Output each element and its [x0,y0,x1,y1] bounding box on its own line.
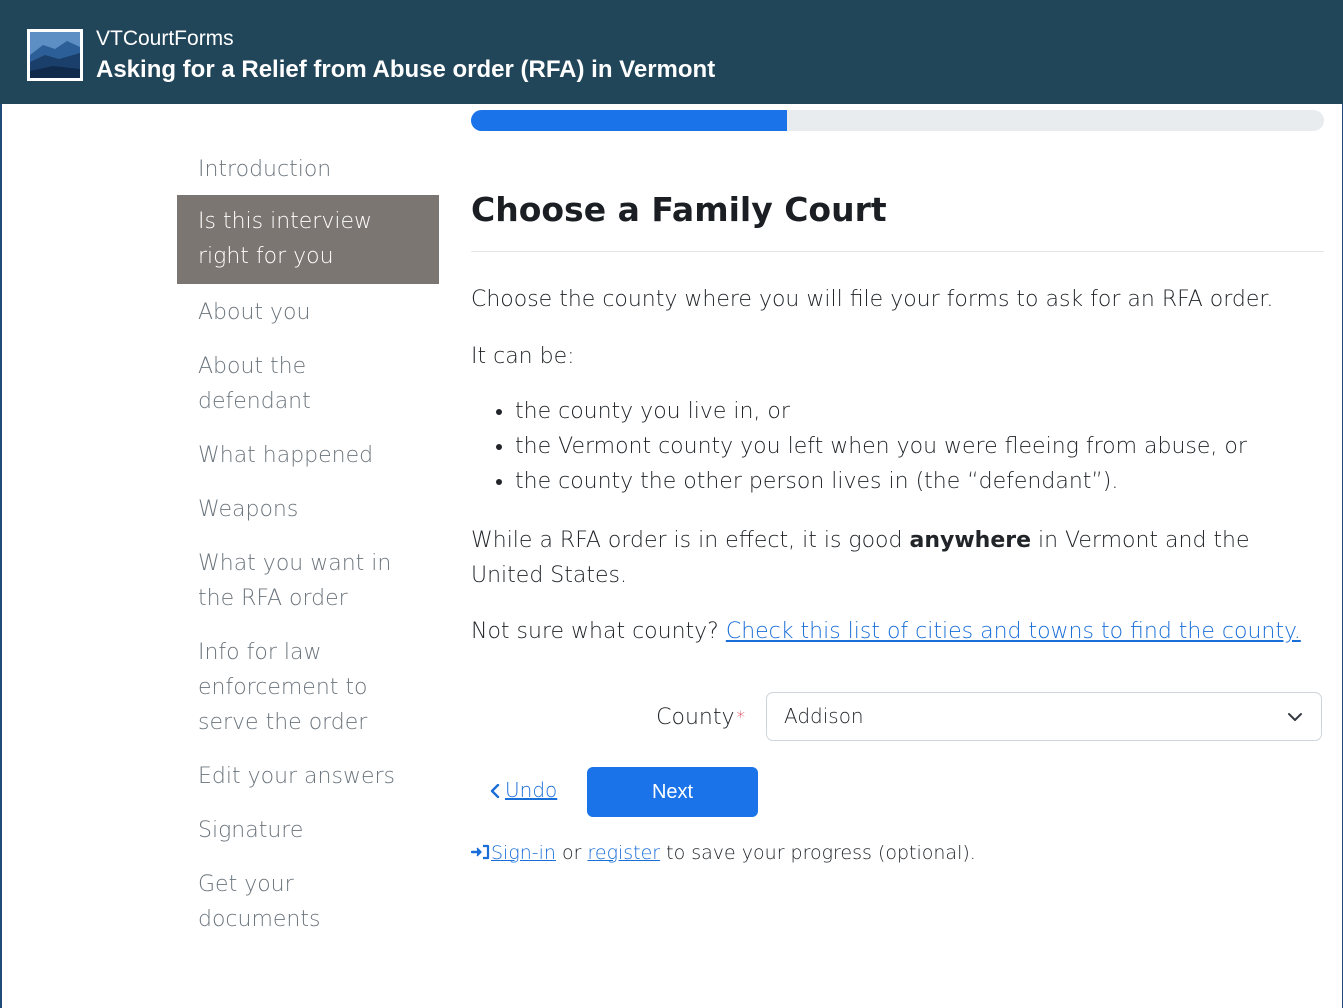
effect-text: While a RFA order is in effect, it is go… [471,523,1324,593]
app-name[interactable]: VTCourtForms [96,27,234,51]
nav-item-about-the-defendant[interactable]: About the defendant [177,338,439,427]
not-sure-label: Not sure what county? [471,619,719,644]
signin-prompt: Sign-in or register to save your progres… [471,842,976,864]
list-item: the county the other person lives in (th… [515,464,1343,499]
intro-text: Choose the county where you will file yo… [471,287,1274,312]
sign-in-link[interactable]: Sign-in [491,842,556,864]
section-navigation: Introduction Is this interview right for… [177,140,439,945]
nav-item-what-you-want[interactable]: What you want in the RFA order [177,535,439,624]
list-item: the Vermont county you left when you wer… [515,429,1343,464]
nav-item-weapons[interactable]: Weapons [177,481,439,535]
required-indicator: * [736,708,746,728]
nav-item-introduction[interactable]: Introduction [177,140,439,195]
county-select[interactable]: Addison [766,692,1322,741]
signin-or-text: or [555,842,588,864]
nav-item-what-happened[interactable]: What happened [177,427,439,481]
sign-in-icon[interactable] [471,844,491,860]
progress-bar-fill [471,110,787,131]
effect-text-emphasis: anywhere [909,528,1032,553]
nav-item-about-you[interactable]: About you [177,284,439,338]
nav-item-law-enforcement-info[interactable]: Info for law enforcement to serve the or… [177,624,439,748]
signin-suffix-text: to save your progress (optional). [660,842,976,864]
county-field-label: County * [559,700,745,736]
next-button[interactable]: Next [587,767,758,817]
county-select-value: Addison [784,704,864,728]
nav-item-signature[interactable]: Signature [177,802,439,856]
county-options-list: the county you live in, or the Vermont c… [471,394,1343,499]
vtcourtforms-logo-icon [27,29,83,81]
app-header: VTCourtForms Asking for a Relief from Ab… [0,0,1343,104]
window-frame-left [0,0,2,1008]
chevron-left-icon [490,784,500,798]
chevron-down-icon [1288,713,1302,721]
undo-label: Undo [505,778,558,802]
nav-item-get-documents[interactable]: Get your documents [177,856,439,945]
nav-item-edit-answers[interactable]: Edit your answers [177,748,439,802]
list-item: the county you live in, or [515,394,1343,429]
question-header: Choose a Family Court [471,183,1324,252]
nav-item-is-this-interview-right[interactable]: Is this interview right for you [177,195,439,284]
interview-title: Asking for a Relief from Abuse order (RF… [96,56,716,83]
undo-button[interactable]: Undo [489,778,557,802]
progress-bar [471,110,1324,131]
not-sure-text: Not sure what county? Check this list of… [471,614,1324,649]
register-link[interactable]: register [587,842,660,864]
county-list-link[interactable]: Check this list of cities and towns to f… [726,619,1301,644]
page-title: Choose a Family Court [471,183,1324,252]
effect-text-start: While a RFA order is in effect, it is go… [471,528,910,553]
can-be-text: It can be: [471,344,575,369]
county-label-text: County [656,705,735,730]
